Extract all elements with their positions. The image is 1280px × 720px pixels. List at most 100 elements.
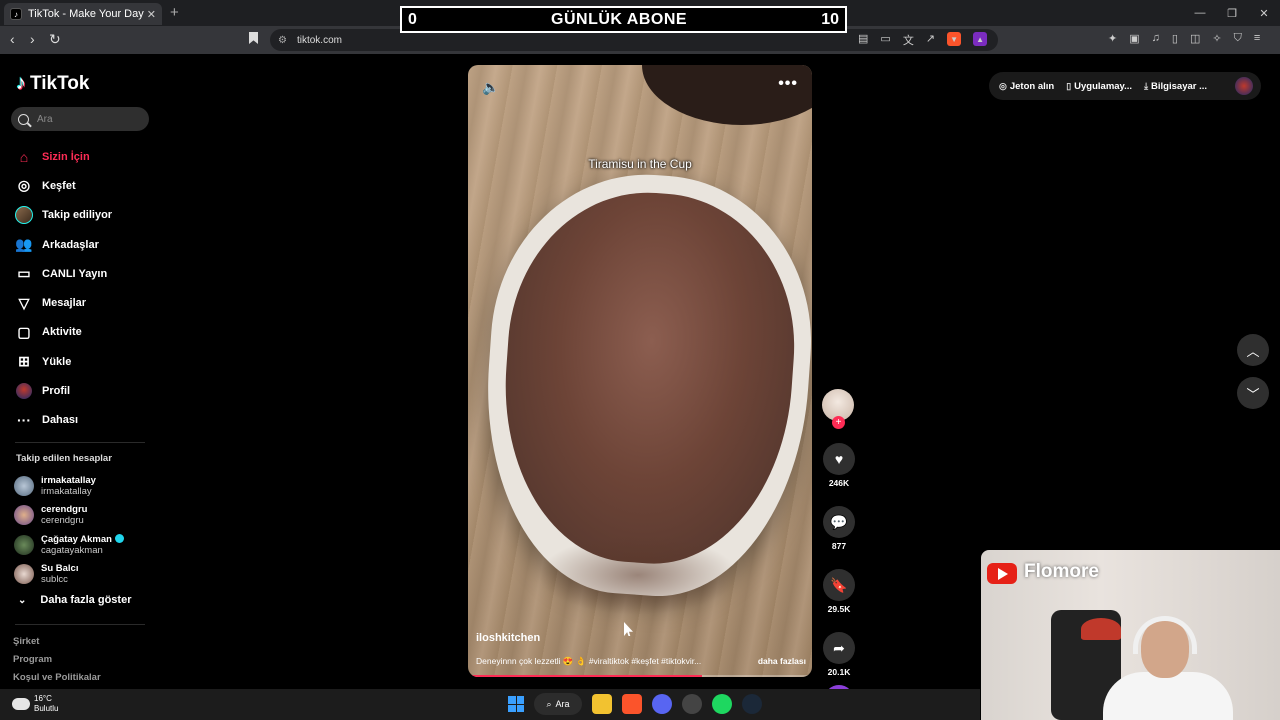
account-avatar (14, 505, 34, 526)
headset (1133, 616, 1197, 654)
address-bar-icons: ▤ ▭ 文 ↗ ▼ ▲ (858, 32, 988, 48)
sidebar-item-live[interactable]: ▭ CANLI Yayın (15, 259, 112, 288)
share-arrow-icon[interactable]: ➦ (823, 632, 855, 664)
media-icon[interactable]: ♫ (1152, 32, 1160, 45)
weather-widget[interactable]: 16°C Bulutlu (12, 694, 58, 714)
windows-taskbar: 16°C Bulutlu ⌕ Ara (0, 689, 980, 720)
close-window-icon[interactable]: ✕ (1248, 0, 1280, 26)
show-more-button[interactable]: ⌄ Daha fazla göster (18, 594, 131, 606)
brave-rewards-icon[interactable]: ▲ (973, 32, 988, 46)
caption-more-link[interactable]: daha fazlası (758, 656, 806, 667)
reader-icon[interactable]: ▤ (858, 32, 868, 48)
footer-link-program[interactable]: Program (13, 654, 101, 672)
next-video-button[interactable]: ﹀ (1237, 377, 1269, 409)
share-icon[interactable]: ↗ (926, 32, 935, 48)
site-settings-icon[interactable]: ⚙ (278, 35, 287, 46)
sidebar-item-label: Keşfet (42, 179, 76, 192)
get-app-button[interactable]: ▯ Uygulamay... (1066, 81, 1132, 92)
extensions-icon[interactable]: ✦ (1108, 32, 1117, 45)
tiktok-logo[interactable]: ♪ TikTok (16, 72, 89, 95)
heart-icon[interactable]: ♥ (823, 443, 855, 475)
account-name: Çağatay Akman (41, 533, 124, 545)
leo-icon[interactable]: ✧ (1212, 32, 1221, 45)
user-avatar[interactable] (1235, 77, 1253, 95)
vpn-icon[interactable]: ⛉ (1234, 32, 1242, 45)
cast-icon[interactable]: ▭ (880, 32, 890, 48)
file-explorer-icon[interactable] (592, 694, 612, 714)
video-username[interactable]: iloshkitchen (476, 632, 540, 644)
following-account[interactable]: Çağatay Akman cagatayakman (14, 530, 124, 560)
webcam-overlay: Flomore (981, 550, 1280, 720)
coin-icon: ◎ (999, 80, 1007, 91)
search-input[interactable]: Ara (11, 107, 149, 131)
counter-left: 0 (408, 10, 417, 28)
sidebar-icon[interactable]: ▯ (1172, 32, 1178, 45)
home-icon: ⌂ (19, 148, 29, 165)
brave-browser-icon[interactable] (622, 694, 642, 714)
menu-icon[interactable]: ≡ (1254, 32, 1260, 45)
weather-condition: Bulutlu (34, 704, 59, 713)
video-caption: Deneyinnn çok lezzetli 😍 👌 #viraltiktok … (476, 656, 806, 667)
show-more-label: Daha fazla göster (40, 594, 132, 606)
browser-tab[interactable]: ♪ TikTok - Make Your Day ✕ (4, 3, 162, 25)
discord-icon[interactable] (652, 694, 672, 714)
desktop-app-button[interactable]: ⤓ Bilgisayar ... (1144, 81, 1207, 92)
obs-icon[interactable] (682, 694, 702, 714)
video-progress-bar[interactable] (468, 675, 812, 677)
sidebar-item-profile[interactable]: Profil (15, 376, 112, 405)
sidebar-item-for-you[interactable]: ⌂ Sizin İçin (15, 142, 112, 171)
video-player[interactable]: 🔈 ••• Tiramisu in the Cup iloshkitchen D… (468, 65, 812, 677)
following-account[interactable]: Su Balcı sublcc (14, 560, 124, 590)
share-action[interactable]: ➦ 20.1K (822, 632, 856, 677)
reload-icon[interactable]: ↻ (49, 31, 61, 48)
sidebar-item-explore[interactable]: ◎ Keşfet (15, 171, 112, 200)
comment-icon[interactable]: 💬 (823, 506, 855, 538)
taskbar-search[interactable]: ⌕ Ara (534, 693, 582, 715)
wallet-icon[interactable]: ◫ (1190, 32, 1200, 45)
like-count: 246K (828, 478, 850, 488)
close-tab-icon[interactable]: ✕ (147, 8, 156, 21)
restore-icon[interactable]: ❐ (1216, 0, 1248, 26)
minimize-icon[interactable]: — (1184, 0, 1216, 26)
sidebar-item-messages[interactable]: ▽ Mesajlar (15, 288, 112, 317)
previous-video-button[interactable]: ︿ (1237, 334, 1269, 366)
like-action[interactable]: ♥ 246K (822, 443, 856, 488)
bookmark-icon[interactable]: 🔖 (823, 569, 855, 601)
sidebar-item-activity[interactable]: ▢ Aktivite (15, 318, 112, 347)
sidebar-item-friends[interactable]: 👥 Arkadaşlar (15, 230, 112, 259)
footer-link-terms[interactable]: Koşul ve Politikalar (13, 672, 101, 690)
weather-temp: 16°C (34, 694, 52, 703)
follow-plus-icon[interactable]: + (832, 416, 845, 429)
sidebar-item-more[interactable]: ··· Dahası (15, 406, 112, 435)
sidebar-item-upload[interactable]: ⊞ Yükle (15, 347, 112, 376)
author-avatar[interactable]: + (822, 389, 854, 429)
brave-shields-icon[interactable]: ▼ (947, 32, 962, 46)
back-icon[interactable]: ‹ (10, 31, 15, 47)
spotify-icon[interactable] (712, 694, 732, 714)
volume-icon[interactable]: 🔈 (482, 79, 499, 96)
footer-link-company[interactable]: Şirket (13, 636, 101, 654)
windows-start-icon[interactable] (508, 696, 524, 712)
save-action[interactable]: 🔖 29.5K (822, 569, 856, 614)
video-action-bar: + ♥ 246K 💬 877 🔖 29.5K ➦ 20.1K (822, 389, 856, 715)
account-name: cerendgru (41, 504, 88, 516)
account-handle: irmakatallay (41, 485, 92, 497)
sidebar-item-label: CANLI Yayın (42, 267, 108, 280)
bookmark-icon[interactable] (249, 32, 258, 44)
translate-icon[interactable]: 文 (903, 32, 914, 48)
sidebar-item-label: Takip ediliyor (42, 209, 113, 222)
new-tab-button[interactable]: + (170, 4, 179, 21)
sidebar-item-following[interactable]: Takip ediliyor (15, 201, 112, 230)
following-avatar (15, 206, 33, 225)
steam-icon[interactable] (742, 694, 762, 714)
screenshot-icon[interactable]: ▣ (1129, 32, 1139, 45)
following-account[interactable]: irmakatallay irmakatallay (14, 471, 124, 501)
forward-icon[interactable]: › (30, 31, 35, 47)
tiktok-note-icon: ♪ (16, 72, 26, 94)
get-coins-button[interactable]: ◎ Jeton alın (999, 81, 1054, 92)
comment-action[interactable]: 💬 877 (822, 506, 856, 551)
following-account[interactable]: cerendgru cerendgru (14, 501, 124, 531)
video-more-icon[interactable]: ••• (778, 75, 798, 93)
comment-count: 877 (831, 541, 847, 551)
taskbar-search-label: Ara (555, 699, 570, 709)
